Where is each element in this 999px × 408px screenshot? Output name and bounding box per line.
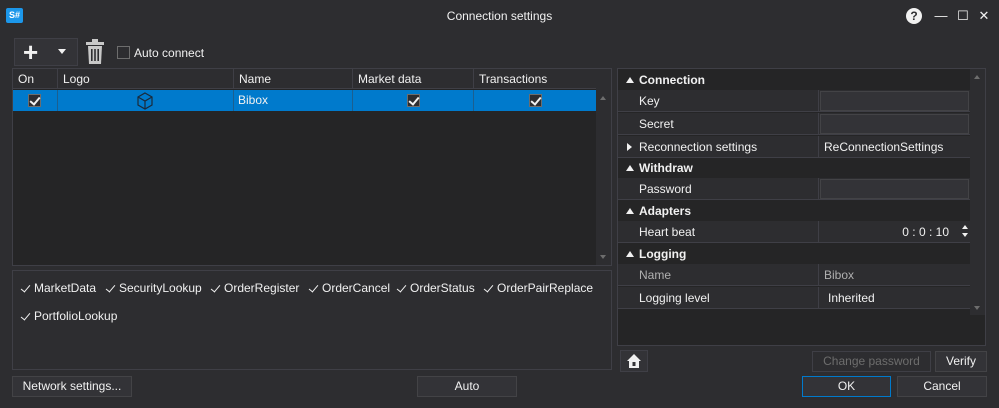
- reconnection-value: ReConnectionSettings: [824, 140, 944, 154]
- auto-button[interactable]: Auto: [417, 376, 517, 397]
- capability-orderregister[interactable]: OrderRegister: [211, 280, 299, 296]
- cell-market-data: [353, 90, 474, 111]
- cell-on: [13, 90, 58, 111]
- property-heartbeat: Heart beat 0 : 0 : 10: [618, 221, 971, 243]
- property-grid: Connection Key Secret Reconnection setti…: [617, 68, 986, 346]
- check-icon: [21, 312, 31, 322]
- column-header-market-data[interactable]: Market data: [353, 69, 474, 89]
- capability-marketdata[interactable]: MarketData: [21, 280, 96, 296]
- capability-ordercancel[interactable]: OrderCancel: [309, 280, 390, 296]
- capability-orderstatus[interactable]: OrderStatus: [397, 280, 475, 296]
- market-data-checkbox[interactable]: [407, 94, 420, 107]
- auto-connect-checkbox[interactable]: [117, 46, 130, 60]
- home-icon: [627, 354, 641, 368]
- category-connection[interactable]: Connection: [618, 69, 971, 91]
- enabled-checkbox[interactable]: [28, 94, 41, 107]
- connections-grid: On Logo Name Market data Transactions Bi…: [12, 68, 612, 266]
- scroll-up-icon[interactable]: [974, 75, 980, 79]
- check-icon: [21, 284, 31, 294]
- password-input[interactable]: [820, 179, 969, 199]
- category-logging[interactable]: Logging: [618, 243, 971, 265]
- capability-orderpairreplace[interactable]: OrderPairReplace: [484, 280, 593, 296]
- scroll-down-icon[interactable]: [974, 306, 980, 310]
- column-header-transactions[interactable]: Transactions: [474, 69, 597, 89]
- bibox-logo-icon: [137, 92, 153, 110]
- heartbeat-input[interactable]: 0 : 0 : 10: [820, 222, 969, 242]
- title-bar: S# Connection settings ? — ☐ ✕: [0, 0, 999, 32]
- change-password-button[interactable]: Change password: [812, 351, 931, 372]
- auto-connect-toggle[interactable]: Auto connect: [117, 45, 204, 60]
- spinner-icon[interactable]: [961, 223, 969, 239]
- home-button[interactable]: [620, 350, 648, 372]
- trash-icon[interactable]: [84, 38, 106, 66]
- ok-button[interactable]: OK: [802, 376, 891, 397]
- column-header-name[interactable]: Name: [234, 69, 353, 89]
- collapse-icon[interactable]: [626, 208, 634, 214]
- help-icon[interactable]: ?: [906, 8, 922, 24]
- cell-transactions: [474, 90, 597, 111]
- maximize-button[interactable]: ☐: [954, 7, 972, 25]
- check-icon: [106, 284, 116, 294]
- collapse-icon[interactable]: [626, 251, 634, 257]
- collapse-icon[interactable]: [626, 77, 634, 83]
- scroll-up-icon[interactable]: [600, 96, 606, 100]
- capability-securitylookup[interactable]: SecurityLookup: [106, 280, 202, 296]
- expand-icon[interactable]: [627, 143, 632, 151]
- check-icon: [309, 284, 319, 294]
- add-connection-button[interactable]: +: [14, 38, 78, 66]
- scroll-down-icon[interactable]: [600, 255, 606, 259]
- minimize-button[interactable]: —: [932, 7, 950, 25]
- network-settings-button[interactable]: Network settings...: [12, 376, 132, 397]
- property-scrollbar[interactable]: [970, 69, 985, 315]
- plus-icon: +: [23, 37, 39, 67]
- column-header-on[interactable]: On: [13, 69, 58, 89]
- capabilities-panel: MarketData SecurityLookup OrderRegister …: [12, 270, 612, 370]
- cell-logo: [58, 90, 234, 111]
- table-row[interactable]: Bibox: [13, 90, 597, 111]
- auto-connect-label: Auto connect: [134, 45, 205, 60]
- property-logging-level: Logging level Inherited: [618, 287, 971, 309]
- property-log-name: Name Bibox: [618, 264, 971, 286]
- property-secret: Secret: [618, 113, 971, 135]
- key-input[interactable]: [820, 91, 969, 111]
- property-key: Key: [618, 90, 971, 112]
- chevron-down-icon[interactable]: [58, 49, 66, 54]
- window-title: Connection settings: [446, 9, 553, 23]
- grid-header: On Logo Name Market data Transactions: [13, 69, 597, 89]
- category-adapters[interactable]: Adapters: [618, 200, 971, 222]
- check-icon: [211, 284, 221, 294]
- secret-input[interactable]: [820, 114, 969, 134]
- logging-level-select[interactable]: Inherited: [820, 288, 969, 308]
- capability-portfoliolookup[interactable]: PortfolioLookup: [21, 308, 117, 324]
- collapse-icon[interactable]: [626, 165, 634, 171]
- transactions-checkbox[interactable]: [529, 94, 542, 107]
- check-icon: [484, 284, 494, 294]
- column-header-logo[interactable]: Logo: [58, 69, 234, 89]
- check-icon: [397, 284, 407, 294]
- close-button[interactable]: ✕: [975, 7, 993, 25]
- cell-name: Bibox: [234, 90, 353, 111]
- cancel-button[interactable]: Cancel: [897, 376, 987, 397]
- property-reconnection[interactable]: Reconnection settings ReConnectionSettin…: [618, 136, 971, 158]
- grid-scrollbar[interactable]: [596, 69, 611, 265]
- verify-button[interactable]: Verify: [935, 351, 987, 372]
- category-withdraw[interactable]: Withdraw: [618, 157, 971, 179]
- property-password: Password: [618, 178, 971, 200]
- log-name-value: Bibox: [824, 268, 855, 282]
